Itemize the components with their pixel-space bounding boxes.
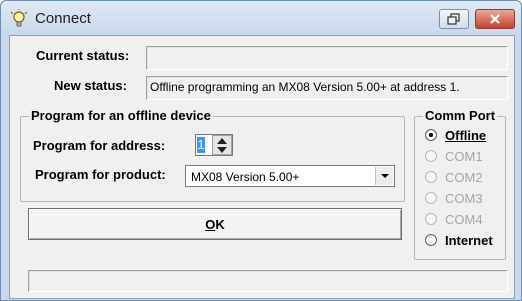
dialog-body: Current status: New status: Offline prog… [9, 35, 515, 299]
restore-button[interactable] [439, 9, 469, 29]
offline-device-legend: Program for an offline device [29, 108, 213, 123]
radio-internet-button[interactable] [425, 234, 437, 246]
radio-com2-label: COM2 [445, 169, 483, 185]
close-icon [490, 14, 500, 24]
spin-buttons[interactable] [212, 135, 232, 155]
comm-port-group: Comm Port Offline COM1 COM2 COM3 COM4 In… [414, 108, 506, 260]
new-status-value: Offline programming an MX08 Version 5.00… [150, 80, 460, 94]
ok-button[interactable]: OK [28, 208, 402, 240]
radio-com3-label: COM3 [445, 190, 483, 206]
title-bar[interactable]: Connect [1, 1, 521, 35]
current-status-label: Current status: [36, 48, 130, 63]
radio-internet[interactable]: Internet [425, 231, 493, 249]
offline-device-group: Program for an offline device Program fo… [20, 108, 405, 202]
radio-offline-button[interactable] [425, 129, 437, 141]
product-select-value: MX08 Version 5.00+ [191, 170, 300, 184]
product-select-arrow[interactable] [375, 167, 393, 185]
radio-offline[interactable]: Offline [425, 126, 486, 144]
spin-down-icon[interactable] [213, 146, 231, 155]
address-value[interactable]: 1 [197, 137, 205, 153]
ok-rest: K [215, 216, 225, 232]
dropdown-arrow-icon [380, 174, 389, 178]
radio-com2[interactable]: COM2 [425, 168, 483, 186]
radio-com1-label: COM1 [445, 148, 483, 164]
bulb-icon [10, 9, 28, 27]
new-status-label: New status: [54, 78, 127, 93]
radio-com3[interactable]: COM3 [425, 189, 483, 207]
status-bar [28, 270, 508, 292]
program-address-label: Program for address: [33, 138, 166, 153]
comm-port-legend: Comm Port [423, 108, 498, 123]
radio-com1[interactable]: COM1 [425, 147, 483, 165]
radio-com3-button[interactable] [425, 192, 437, 204]
radio-com1-button[interactable] [425, 150, 437, 162]
product-select[interactable]: MX08 Version 5.00+ [185, 165, 395, 187]
connect-window: Connect Current status: New status: Offl… [0, 0, 522, 301]
radio-offline-label: Offline [445, 127, 487, 143]
radio-internet-label: Internet [445, 232, 493, 248]
address-spinner[interactable]: 1 [195, 134, 233, 156]
radio-com4[interactable]: COM4 [425, 210, 483, 228]
window-title: Connect [35, 10, 91, 27]
restore-icon [447, 13, 460, 25]
spin-up-icon[interactable] [213, 136, 231, 145]
close-button[interactable] [475, 9, 515, 29]
ok-accel: O [205, 216, 216, 232]
current-status-field [146, 46, 508, 70]
new-status-field: Offline programming an MX08 Version 5.00… [146, 76, 508, 100]
radio-com2-button[interactable] [425, 171, 437, 183]
radio-com4-button[interactable] [425, 213, 437, 225]
program-product-label: Program for product: [35, 167, 166, 182]
radio-com4-label: COM4 [445, 211, 483, 227]
